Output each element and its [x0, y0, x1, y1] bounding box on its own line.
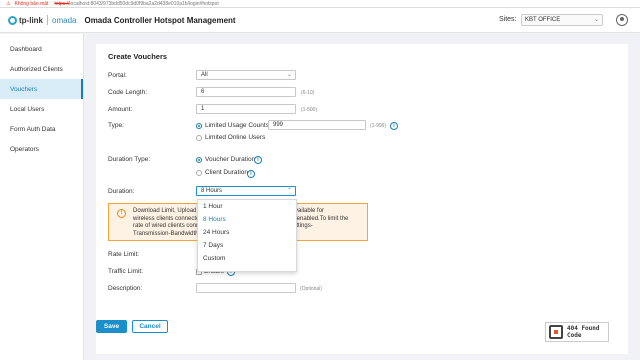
info-icon[interactable]: i: [390, 122, 398, 130]
duration-option-24-hours[interactable]: 24 Hours: [198, 226, 296, 239]
notice-line: Transmission-Bandwidth: [133, 230, 199, 237]
portal-select-value: All: [201, 72, 208, 78]
sidebar-item-vouchers[interactable]: Vouchers: [0, 79, 83, 99]
logo-divider: [47, 15, 48, 25]
sidebar: Dashboard Authorized Clients Vouchers Lo…: [0, 34, 84, 360]
site-selector[interactable]: KBT OFFICE ⌄: [521, 14, 603, 26]
watermark-line: Code: [567, 332, 582, 339]
code-length-value: 6: [201, 89, 205, 95]
url-path: localhost:8043/973bdd50dc9d0f9ba2a2d438e…: [69, 0, 219, 7]
sidebar-item-label: Local Users: [10, 105, 45, 113]
sidebar-item-label: Vouchers: [10, 85, 38, 93]
duration-type-label: Duration Type:: [108, 156, 151, 163]
duration-dropdown-menu: 1 Hour 8 Hours 24 Hours 7 Days Custom: [197, 199, 297, 272]
description-label: Description:: [108, 285, 143, 292]
voucher-duration-radio[interactable]: [196, 157, 202, 163]
code-length-label: Code Length:: [108, 89, 148, 96]
notice-line: Download Limit, Upload Li: [133, 208, 203, 214]
sidebar-item-label: Operators: [10, 145, 39, 153]
notice-line: wireless clients connecte: [133, 215, 200, 222]
watermark-text: 404 Found Code: [567, 325, 600, 339]
chevron-down-icon: ⌄: [286, 72, 292, 78]
description-hint: (Optional): [300, 286, 322, 292]
client-duration-radio[interactable]: [196, 170, 202, 176]
portal-select[interactable]: All ⌄: [196, 70, 296, 80]
amount-input[interactable]: 1: [196, 104, 296, 114]
url-scheme: https://: [54, 0, 70, 7]
usage-count-input[interactable]: 999: [268, 120, 366, 130]
notice-line: rate of wired clients conn: [133, 223, 200, 229]
404-found-code-watermark: 404 Found Code: [545, 322, 609, 342]
duration-select[interactable]: 8 Hours ⌃: [196, 186, 296, 196]
portal-label: Portal:: [108, 72, 127, 79]
duration-label: Duration:: [108, 188, 135, 195]
traffic-limit-label: Traffic Limit:: [108, 268, 144, 275]
voucher-duration-label: Voucher Duration: [205, 156, 256, 163]
form-title: Create Vouchers: [108, 52, 168, 61]
duration-option-1-hour[interactable]: 1 Hour: [198, 200, 296, 213]
amount-value: 1: [201, 106, 205, 112]
sidebar-item-authorized-clients[interactable]: Authorized Clients: [0, 59, 83, 79]
client-duration-label: Client Duration: [205, 169, 248, 176]
amount-label: Amount:: [108, 106, 133, 113]
limited-usage-radio[interactable]: [196, 123, 202, 129]
user-account-icon[interactable]: [616, 14, 628, 26]
usage-count-value: 999: [273, 122, 284, 128]
sidebar-item-operators[interactable]: Operators: [0, 139, 83, 159]
chevron-down-icon: ⌄: [593, 17, 599, 23]
description-input[interactable]: [196, 283, 296, 293]
duration-option-7-days[interactable]: 7 Days: [198, 239, 296, 252]
tp-link-omada-logo: tp-link omada: [8, 15, 76, 25]
sidebar-item-dashboard[interactable]: Dashboard: [0, 39, 83, 59]
watermark-line: 404 Found: [567, 325, 600, 332]
sidebar-item-label: Form Auth Data: [10, 125, 56, 133]
info-icon[interactable]: i: [254, 156, 262, 164]
sites-label: Sites:: [499, 16, 517, 23]
cancel-button[interactable]: Cancel: [132, 320, 168, 333]
amount-hint: (1-500): [301, 107, 318, 113]
duration-option-8-hours[interactable]: 8 Hours: [198, 213, 296, 226]
sidebar-item-label: Authorized Clients: [10, 65, 63, 73]
create-vouchers-panel: Create Vouchers Portal: All ⌄ Code Lengt…: [96, 44, 628, 354]
save-button[interactable]: Save: [96, 320, 127, 333]
rate-limit-label: Rate Limit:: [108, 251, 140, 258]
sidebar-item-form-auth-data[interactable]: Form Auth Data: [0, 119, 83, 139]
usage-count-hint: (1-999): [370, 123, 387, 129]
logo-omada-text: omada: [52, 15, 77, 25]
type-label: Type:: [108, 122, 124, 129]
warning-icon: ⚠: [6, 0, 11, 7]
duration-select-value: 8 Hours: [201, 188, 223, 194]
sidebar-item-local-users[interactable]: Local Users: [0, 99, 83, 119]
warning-icon: !: [117, 209, 126, 218]
browser-url-bar[interactable]: ⚠ Không bảo mật https:// localhost:8043/…: [0, 0, 640, 8]
code-length-input[interactable]: 6: [196, 87, 296, 97]
code-length-hint: (6-10): [301, 90, 315, 96]
limited-online-label: Limited Online Users: [205, 134, 266, 141]
site-selector-value: KBT OFFICE: [525, 17, 561, 23]
chevron-up-icon: ⌃: [286, 188, 292, 194]
watermark-logo-icon: [549, 325, 563, 339]
info-icon[interactable]: i: [247, 170, 255, 178]
page-title: Omada Controller Hotspot Management: [84, 15, 236, 25]
tp-link-logo-icon: [8, 15, 17, 25]
app-header: tp-link omada Omada Controller Hotspot M…: [0, 8, 640, 33]
logo-tp-text: tp-link: [19, 15, 43, 25]
sidebar-item-label: Dashboard: [10, 45, 42, 53]
duration-option-custom[interactable]: Custom: [198, 252, 296, 265]
limited-online-radio[interactable]: [196, 135, 202, 141]
limited-usage-label: Limited Usage Counts: [205, 122, 269, 129]
security-warning-text: Không bảo mật: [14, 0, 49, 7]
